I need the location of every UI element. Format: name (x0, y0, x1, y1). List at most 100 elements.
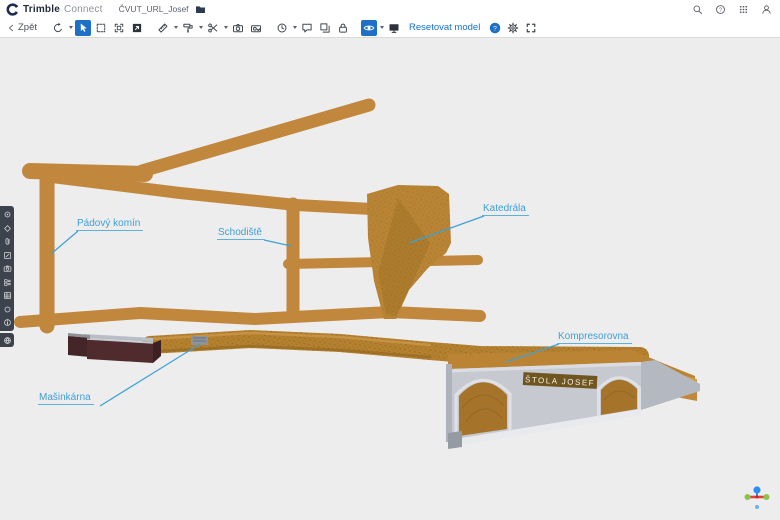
section-tool[interactable] (129, 20, 145, 36)
measure-icon (157, 22, 169, 34)
camera-icon (3, 264, 12, 273)
box-arrow-icon (131, 22, 143, 34)
tunnel-bottom-long[interactable] (20, 312, 480, 322)
svg-text:?: ? (718, 7, 721, 13)
snapshot-tool[interactable] (230, 20, 246, 36)
folder-icon[interactable] (195, 4, 206, 15)
portal-stola-josef[interactable]: ŠTOLA JOSEF (446, 350, 700, 449)
globe-icon (3, 336, 12, 345)
snapshots-panel[interactable] (3, 264, 12, 273)
apps-grid-button[interactable] (737, 3, 749, 15)
portal-left-pillar (446, 364, 452, 442)
measure-tool[interactable] (155, 20, 171, 36)
select-tool[interactable] (75, 20, 91, 36)
annotation-kompresorovna[interactable]: Kompresorovna (557, 331, 632, 344)
apps-grid-icon (738, 4, 749, 15)
todos-panel[interactable] (3, 251, 12, 260)
dashed-rect-icon (95, 22, 107, 34)
info-panel[interactable] (3, 318, 12, 327)
models-panel[interactable] (3, 210, 12, 219)
svg-text:?: ? (493, 25, 497, 32)
edit-note-icon (3, 251, 12, 260)
snapshot-save-tool[interactable] (248, 20, 264, 36)
markup-tool-caret[interactable] (197, 20, 204, 36)
project-tab[interactable]: ČVUT_URL_Josef (119, 4, 206, 15)
fullscreen-button[interactable] (523, 20, 539, 36)
annotation-masinkarna[interactable]: Mašinkárna (38, 392, 94, 405)
user-icon (761, 4, 772, 15)
lock-button[interactable] (335, 20, 351, 36)
visibility-button[interactable] (361, 20, 377, 36)
annotation-schodiste[interactable]: Schodiště (217, 227, 265, 240)
settings-button[interactable] (505, 20, 521, 36)
help-button[interactable]: ? (714, 3, 726, 15)
measure-tool-caret[interactable] (172, 20, 179, 36)
search-icon (692, 4, 703, 15)
history-button[interactable] (274, 20, 290, 36)
brand-suffix: Connect (64, 4, 103, 15)
search-button[interactable] (691, 3, 703, 15)
help-filled-icon: ? (489, 22, 501, 34)
attachments-panel[interactable] (3, 237, 12, 246)
cursor-icon (77, 22, 89, 34)
arrow-left-icon (6, 23, 16, 33)
viewer-toolbar: Zpět Resetovat model? (0, 18, 780, 38)
display-button[interactable] (386, 20, 402, 36)
cards-icon (3, 278, 12, 287)
user-button[interactable] (760, 3, 772, 15)
marquee-zoom-tool[interactable] (111, 20, 127, 36)
crop-frame-icon (113, 22, 125, 34)
web-panel[interactable] (3, 336, 12, 345)
target-icon (3, 210, 12, 219)
comment-button[interactable] (299, 20, 315, 36)
paperclip-icon (3, 237, 12, 246)
eye-icon (363, 22, 375, 34)
annotation-padovy-komin[interactable]: Pádový komín (76, 218, 143, 231)
model-viewport[interactable]: ŠTOLA JOSEF Pádový komín Schodiště Kated… (0, 38, 780, 520)
table-icon (3, 291, 12, 300)
tables-panel[interactable] (3, 291, 12, 300)
brand-name: Trimble (23, 4, 60, 15)
clash-panel[interactable] (3, 305, 12, 314)
back-button[interactable]: Zpět (4, 22, 41, 33)
camera-icon (232, 22, 244, 34)
copy-icon (319, 22, 331, 34)
axis-gizmo[interactable] (745, 486, 770, 509)
ring-icon (3, 305, 12, 314)
organizer-panel[interactable] (3, 278, 12, 287)
tunnel-upper-diagonal[interactable] (142, 105, 369, 171)
lock-icon (337, 22, 349, 34)
undo-icon (52, 22, 64, 34)
chamber-katedrala[interactable] (367, 185, 451, 319)
annotation-katedrala[interactable]: Katedrála (482, 203, 529, 216)
trimble-brand: Trimble Connect (6, 3, 103, 16)
app-header: Trimble Connect ČVUT_URL_Josef ? (0, 0, 780, 18)
box-select-tool[interactable] (93, 20, 109, 36)
model-3d-scene[interactable]: ŠTOLA JOSEF (0, 38, 780, 520)
split-tool[interactable] (205, 20, 221, 36)
reset-model-link[interactable]: Resetovat model (409, 22, 480, 33)
back-label: Zpět (18, 22, 37, 33)
diamond-icon (3, 224, 12, 233)
views-panel[interactable] (3, 224, 12, 233)
visibility-button-caret[interactable] (378, 20, 385, 36)
web-panel[interactable] (0, 333, 14, 347)
undo-button-caret[interactable] (67, 20, 74, 36)
history-button-caret[interactable] (291, 20, 298, 36)
project-name: ČVUT_URL_Josef (119, 4, 189, 14)
info-icon (3, 318, 12, 327)
header-actions: ? (691, 3, 772, 15)
help-outline-icon: ? (715, 4, 726, 15)
trimble-logo-icon (6, 3, 19, 16)
copy-button[interactable] (317, 20, 333, 36)
markup-icon (182, 22, 194, 34)
scissors-icon (207, 22, 219, 34)
clock-icon (276, 22, 288, 34)
comment-icon (301, 22, 313, 34)
split-tool-caret[interactable] (222, 20, 229, 36)
viewer-help-button[interactable]: ? (487, 20, 503, 36)
markup-tool[interactable] (180, 20, 196, 36)
undo-button[interactable] (50, 20, 66, 36)
gear-icon (507, 22, 519, 34)
camera-check-icon (250, 22, 262, 34)
